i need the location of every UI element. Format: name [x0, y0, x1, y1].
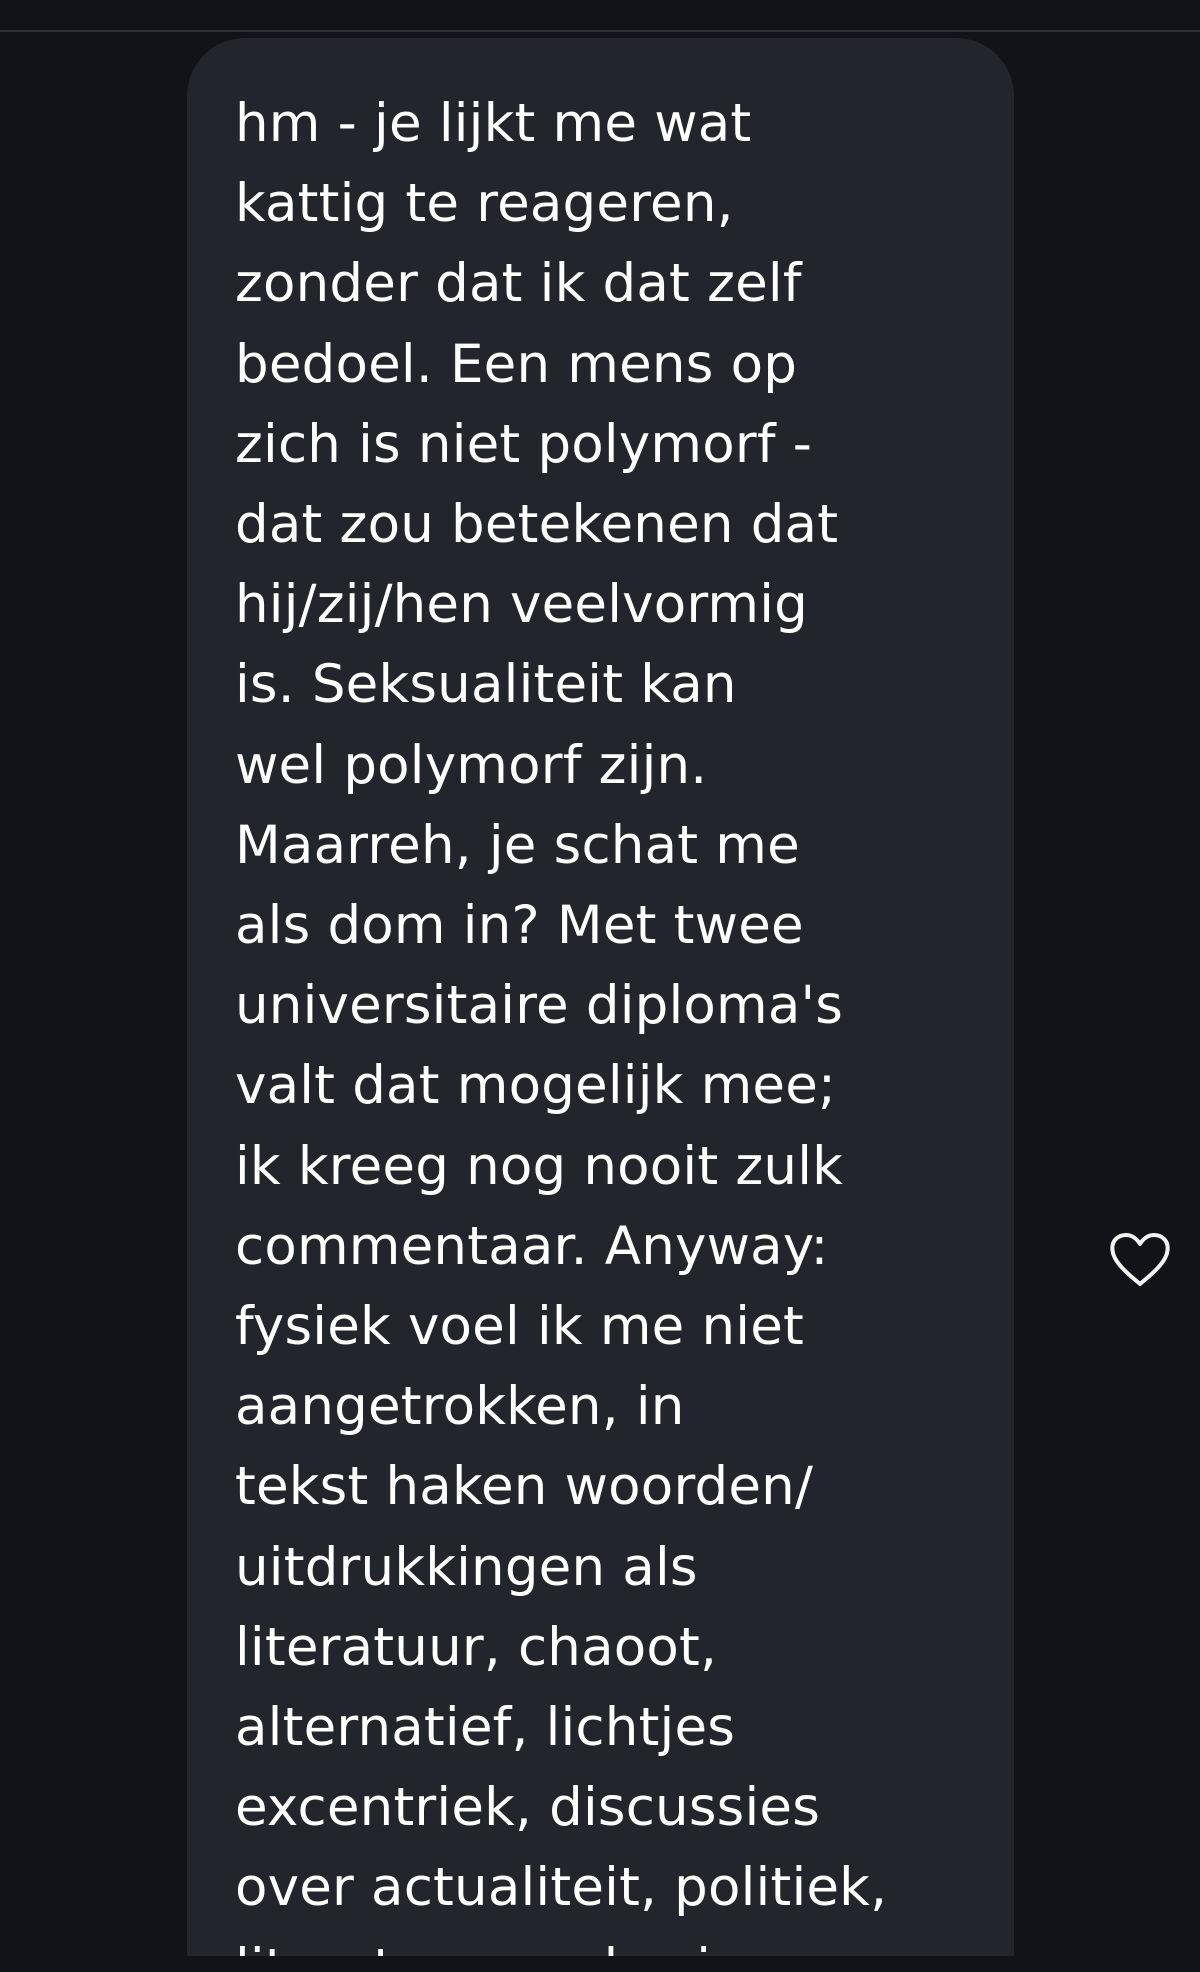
message-text: hm - je lijkt me wat kattig te reageren,…: [235, 93, 888, 1956]
screenshot-bottom-edge: [0, 1956, 1200, 1972]
heart-outline-icon: [1110, 1233, 1170, 1286]
chat-message-list[interactable]: hm - je lijkt me wat kattig te reageren,…: [0, 32, 1200, 1956]
chat-screen: hm - je lijkt me wat kattig te reageren,…: [0, 0, 1200, 1972]
like-message-button[interactable]: [1106, 1229, 1174, 1291]
received-message-bubble[interactable]: hm - je lijkt me wat kattig te reageren,…: [187, 38, 1014, 1956]
